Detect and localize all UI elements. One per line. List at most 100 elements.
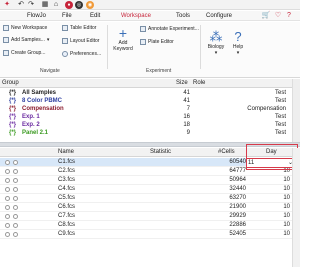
sample-select-radio[interactable]	[5, 223, 10, 228]
menu-flowjo[interactable]: FlowJo	[27, 13, 46, 19]
new-workspace-button[interactable]: New Workspace	[3, 25, 47, 31]
chevron-down-icon: ▾	[236, 50, 240, 56]
name-column-header[interactable]: Name	[58, 149, 74, 155]
group-row[interactable]: {*} All Samples 41 Test	[0, 89, 292, 97]
table-editor-button[interactable]: Table Editor	[62, 25, 96, 31]
sample-row[interactable]: C4.fcs 32440 10	[0, 185, 292, 194]
sample-name: C9.fcs	[58, 231, 76, 237]
sample-row[interactable]: C3.fcs 50964 10	[0, 176, 292, 185]
sample-select-radio[interactable]	[5, 214, 10, 219]
sample-visible-radio[interactable]	[13, 160, 18, 165]
spreadsheet-icon[interactable]: ▦	[41, 1, 49, 9]
group-folder-icon: {*}	[9, 90, 17, 96]
menu-edit[interactable]: Edit	[90, 13, 100, 19]
sample-day[interactable]: 10	[250, 185, 290, 194]
group-row[interactable]: {*} Exp. 1 16 Test	[0, 113, 292, 121]
cart-icon[interactable]: 🛒	[262, 12, 271, 20]
sample-day[interactable]: 10	[250, 212, 290, 221]
sample-visible-radio[interactable]	[13, 214, 18, 219]
menu-workspace[interactable]: Workspace	[121, 13, 151, 19]
group-row[interactable]: {*} 8 Color PBMC 41 Test	[0, 97, 292, 105]
sample-row[interactable]: C5.fcs 63270 10	[0, 194, 292, 203]
sample-row[interactable]: C6.fcs 21900 10	[0, 203, 292, 212]
heart-icon[interactable]: ♡	[274, 12, 282, 20]
group-column-header[interactable]: Group	[2, 80, 19, 86]
sample-name: C2.fcs	[58, 168, 76, 174]
group-row[interactable]: {*} Panel 2.1 9 Test	[0, 129, 292, 137]
group-row[interactable]: {*} Exp. 2 18 Test	[0, 121, 292, 129]
preferences-button[interactable]: Preferences...	[62, 51, 101, 57]
add-keyword-button[interactable]: + Add Keyword	[111, 26, 135, 52]
sample-visible-radio[interactable]	[13, 232, 18, 237]
home-icon[interactable]: ⌂	[52, 1, 60, 9]
question-icon: ?	[234, 29, 242, 44]
sample-select-radio[interactable]	[5, 232, 10, 237]
sample-cells: 52405	[229, 231, 246, 237]
group-size: 9	[186, 130, 190, 136]
sample-name: C1.fcs	[58, 159, 76, 165]
sample-visible-radio[interactable]	[13, 178, 18, 183]
add-keyword-label-2: Keyword	[113, 46, 133, 52]
group-name: Exp. 2	[22, 122, 40, 128]
group-row[interactable]: {*} Compensation 7 Compensation	[0, 105, 292, 113]
layers-icon[interactable]: ◉	[86, 1, 94, 9]
sample-select-radio[interactable]	[5, 205, 10, 210]
plate-editor-button[interactable]: Plate Editor	[140, 39, 174, 45]
target-icon[interactable]: ◎	[75, 1, 83, 9]
sample-visible-radio[interactable]	[13, 205, 18, 210]
sample-day[interactable]: 10	[250, 176, 290, 185]
preferences-label: Preferences...	[70, 51, 102, 57]
biology-button[interactable]: ⁂ Biology ▾	[204, 30, 228, 57]
layout-editor-label: Layout Editor	[70, 38, 100, 44]
statistic-column-header[interactable]: Statistic	[150, 149, 171, 155]
sample-select-radio[interactable]	[5, 160, 10, 165]
group-name: All Samples	[22, 90, 57, 96]
sample-day[interactable]: 10	[250, 221, 290, 230]
sample-row[interactable]: C7.fcs 29929 10	[0, 212, 292, 221]
sample-day[interactable]: 10	[250, 203, 290, 212]
size-column-header[interactable]: Size	[176, 80, 188, 86]
sample-name: C8.fcs	[58, 222, 76, 228]
sample-select-radio[interactable]	[5, 187, 10, 192]
sample-day[interactable]: 10	[250, 194, 290, 203]
sample-select-radio[interactable]	[5, 196, 10, 201]
add-samples-button[interactable]: Add Samples... ▾	[3, 37, 49, 43]
sample-name: C4.fcs	[58, 186, 76, 192]
role-column-header[interactable]: Role	[193, 80, 205, 86]
new-workspace-icon	[3, 25, 9, 31]
table-editor-label: Table Editor	[70, 25, 97, 31]
create-group-button[interactable]: Create Group...	[3, 50, 45, 56]
sample-row[interactable]: C8.fcs 22886 10	[0, 221, 292, 230]
samples-scrollbar[interactable]	[292, 148, 300, 267]
menu-tools[interactable]: Tools	[176, 13, 190, 19]
sample-day[interactable]: 10	[250, 230, 290, 239]
add-samples-label: Add Samples...	[11, 37, 45, 43]
redo-icon[interactable]: ↷	[27, 1, 35, 9]
record-icon[interactable]: ●	[65, 1, 73, 9]
sample-cells: 60540	[229, 159, 246, 165]
sample-visible-radio[interactable]	[13, 187, 18, 192]
help-button[interactable]: ? Help ▾	[228, 29, 248, 57]
help-icon[interactable]: ?	[285, 12, 293, 20]
sample-visible-radio[interactable]	[13, 196, 18, 201]
sample-visible-radio[interactable]	[13, 169, 18, 174]
group-folder-icon: {*}	[9, 98, 17, 104]
menu-file[interactable]: File	[62, 13, 72, 19]
group-role: Test	[274, 114, 286, 120]
menu-configure[interactable]: Configure	[206, 13, 232, 19]
group-folder-icon: {*}	[9, 106, 17, 112]
groups-scrollbar[interactable]	[292, 79, 300, 142]
layout-editor-icon	[62, 38, 68, 44]
menu-bar: FlowJo File Edit Workspace Tools Configu…	[0, 11, 300, 21]
sample-visible-radio[interactable]	[13, 223, 18, 228]
sample-select-radio[interactable]	[5, 169, 10, 174]
plate-editor-icon	[140, 39, 146, 45]
sample-row[interactable]: C9.fcs 52405 10	[0, 230, 292, 239]
group-role: Test	[274, 122, 286, 128]
layout-editor-button[interactable]: Layout Editor	[62, 38, 99, 44]
sample-cells: 64777	[229, 168, 246, 174]
undo-icon[interactable]: ↶	[17, 1, 25, 9]
sample-select-radio[interactable]	[5, 178, 10, 183]
cells-column-header[interactable]: #Cells	[218, 149, 235, 155]
annotate-experiment-button[interactable]: Annotate Experiment...	[140, 26, 199, 32]
